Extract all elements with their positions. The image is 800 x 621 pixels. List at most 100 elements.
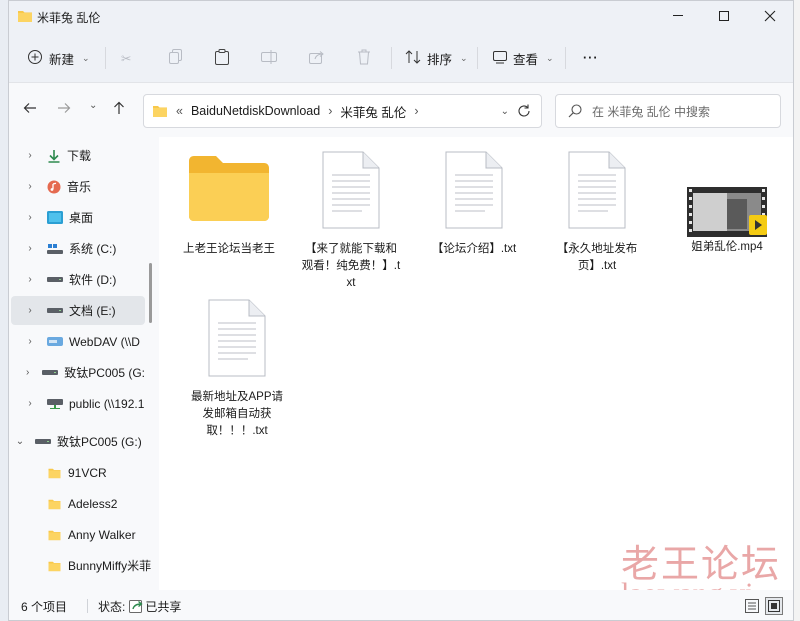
- search-box[interactable]: 在 米菲兔 乱伦 中搜索: [555, 94, 781, 128]
- sidebar-scrollbar[interactable]: [149, 263, 152, 323]
- file-name: 【来了就能下载和观看！纯免费！】.txt: [301, 243, 401, 289]
- file-name: 姐弟乱伦.mp4: [691, 241, 763, 253]
- file-tile-text[interactable]: 最新地址及APP请发邮箱自动获取！！！.txt: [187, 299, 287, 440]
- sort-button[interactable]: 排序 ⌄: [405, 45, 468, 71]
- text-file-icon: [322, 151, 380, 229]
- file-tile-video[interactable]: 姐弟乱伦.mp4: [677, 185, 777, 256]
- sidebar-item-label: 致钛PC005 (G:: [64, 366, 145, 380]
- sidebar-item-desktop[interactable]: › 桌面: [11, 203, 145, 232]
- toolbar-divider: [105, 47, 106, 69]
- trash-icon: [357, 49, 371, 68]
- search-input[interactable]: 在 米菲兔 乱伦 中搜索: [592, 103, 710, 120]
- status-value: 已共享: [145, 599, 182, 614]
- chevron-right-icon[interactable]: ›: [23, 367, 32, 378]
- file-name: 上老王论坛当老王: [183, 243, 275, 255]
- copy-button[interactable]: [169, 45, 183, 71]
- chevron-right-icon[interactable]: ›: [23, 243, 37, 254]
- file-tile-text[interactable]: 【来了就能下载和观看！纯免费！】.txt: [301, 151, 401, 292]
- address-bar[interactable]: « BaiduNetdiskDownload › 米菲兔 乱伦 › ⌄: [143, 94, 542, 128]
- drive-icon: [47, 307, 63, 314]
- recent-locations-button[interactable]: ⌄: [89, 100, 97, 111]
- sidebar-item-drive-e[interactable]: › 文档 (E:): [11, 296, 145, 325]
- new-button[interactable]: 新建 ⌄: [27, 45, 90, 71]
- more-options-button[interactable]: ···: [583, 45, 599, 71]
- video-thumbnail: [685, 185, 769, 239]
- view-button[interactable]: 查看 ⌄: [493, 45, 554, 71]
- sidebar-item-label: public (\\192.1: [69, 396, 145, 411]
- copy-icon: [169, 48, 183, 68]
- chevron-right-icon[interactable]: ›: [23, 181, 37, 192]
- sidebar-item-downloads[interactable]: › 下载: [11, 141, 145, 170]
- rename-button[interactable]: [261, 45, 277, 71]
- refresh-icon[interactable]: [517, 104, 531, 121]
- text-file-icon: [445, 151, 503, 229]
- minimize-button[interactable]: [655, 1, 701, 31]
- drive-icon: [35, 438, 51, 445]
- sidebar-item-drive-root[interactable]: ⌄ 致钛PC005 (G:): [9, 427, 143, 456]
- sidebar-folder-item[interactable]: Anny Walker: [11, 520, 145, 549]
- search-icon: [568, 104, 582, 118]
- sort-icon: [405, 49, 421, 67]
- share-button[interactable]: [309, 45, 325, 71]
- view-icon: [493, 50, 507, 67]
- sidebar-item-label: 系统 (C:): [69, 242, 117, 256]
- text-file-icon: [208, 299, 266, 377]
- sidebar-folder-item[interactable]: Adeless2: [11, 489, 145, 518]
- drive-c-icon: [47, 243, 63, 255]
- file-tile-text[interactable]: 【论坛介绍】.txt: [424, 151, 524, 258]
- close-button[interactable]: [747, 1, 793, 31]
- maximize-button[interactable]: [701, 1, 747, 31]
- download-icon: [47, 149, 61, 163]
- breadcrumb-item[interactable]: BaiduNetdiskDownload: [191, 104, 320, 118]
- sidebar-item-label: 音乐: [67, 180, 92, 194]
- sidebar-item-drive-g[interactable]: › 致钛PC005 (G:: [11, 358, 145, 387]
- breadcrumb-overflow[interactable]: «: [176, 104, 183, 118]
- sidebar-folder-item[interactable]: BunnyMiffy米菲: [11, 551, 151, 580]
- forward-button[interactable]: [57, 101, 71, 118]
- cut-button[interactable]: ✂: [121, 45, 131, 71]
- back-button[interactable]: [23, 101, 37, 118]
- breadcrumb-separator: ›: [328, 104, 333, 118]
- breadcrumb-separator: ›: [414, 104, 419, 118]
- toolbar-divider: [477, 47, 478, 69]
- sidebar-item-webdav[interactable]: › WebDAV (\\D: [11, 327, 145, 356]
- new-button-label: 新建: [49, 52, 75, 67]
- paste-button[interactable]: [215, 45, 229, 71]
- sidebar-item-music[interactable]: › 音乐: [11, 172, 145, 201]
- chevron-right-icon[interactable]: ›: [23, 336, 37, 347]
- webdav-icon: [47, 336, 63, 347]
- chevron-down-icon: ⌄: [89, 100, 98, 111]
- file-explorer-window: 米菲兔 乱伦 新建 ⌄ ✂ 排序 ⌄ 查看 ⌄ ··· ⌄ « BaiduNet…: [8, 0, 794, 621]
- chevron-down-icon[interactable]: ⌄: [13, 436, 27, 447]
- folder-icon: [17, 9, 33, 26]
- details-view-icon[interactable]: [745, 599, 759, 616]
- large-icons-view-icon[interactable]: [765, 597, 783, 615]
- up-button[interactable]: [113, 101, 125, 119]
- sidebar-item-drive-d[interactable]: › 软件 (D:): [11, 265, 145, 294]
- chevron-right-icon[interactable]: ›: [23, 305, 37, 316]
- scissors-icon: ✂: [121, 51, 132, 66]
- sidebar-item-drive-c[interactable]: › 系统 (C:): [11, 234, 145, 263]
- sidebar-item-label: 91VCR: [68, 465, 107, 480]
- shared-icon: [129, 599, 143, 613]
- chevron-right-icon[interactable]: ›: [23, 398, 37, 409]
- folder-icon: [187, 153, 271, 223]
- sidebar-item-label: WebDAV (\\D: [69, 334, 140, 349]
- chevron-right-icon[interactable]: ›: [23, 274, 37, 285]
- delete-button[interactable]: [357, 45, 371, 71]
- title-bar[interactable]: 米菲兔 乱伦: [9, 1, 793, 33]
- chevron-right-icon[interactable]: ›: [23, 150, 37, 161]
- sidebar-folder-item[interactable]: 91VCR: [11, 458, 145, 487]
- status-divider: [87, 599, 89, 613]
- clipboard-icon: [215, 48, 229, 68]
- file-tile-text[interactable]: 【永久地址发布页】.txt: [547, 151, 647, 275]
- file-name: 最新地址及APP请发邮箱自动获取！！！.txt: [190, 391, 283, 437]
- breadcrumb-item[interactable]: 米菲兔 乱伦: [340, 102, 406, 121]
- file-tile-folder[interactable]: 上老王论坛当老王: [179, 153, 279, 258]
- chevron-down-icon[interactable]: ⌄: [501, 106, 509, 117]
- drive-icon: [42, 369, 59, 376]
- chevron-down-icon: ⌄: [82, 52, 90, 63]
- chevron-right-icon[interactable]: ›: [23, 212, 37, 223]
- sidebar-item-public[interactable]: › public (\\192.1: [11, 389, 145, 418]
- more-icon: ···: [583, 51, 599, 65]
